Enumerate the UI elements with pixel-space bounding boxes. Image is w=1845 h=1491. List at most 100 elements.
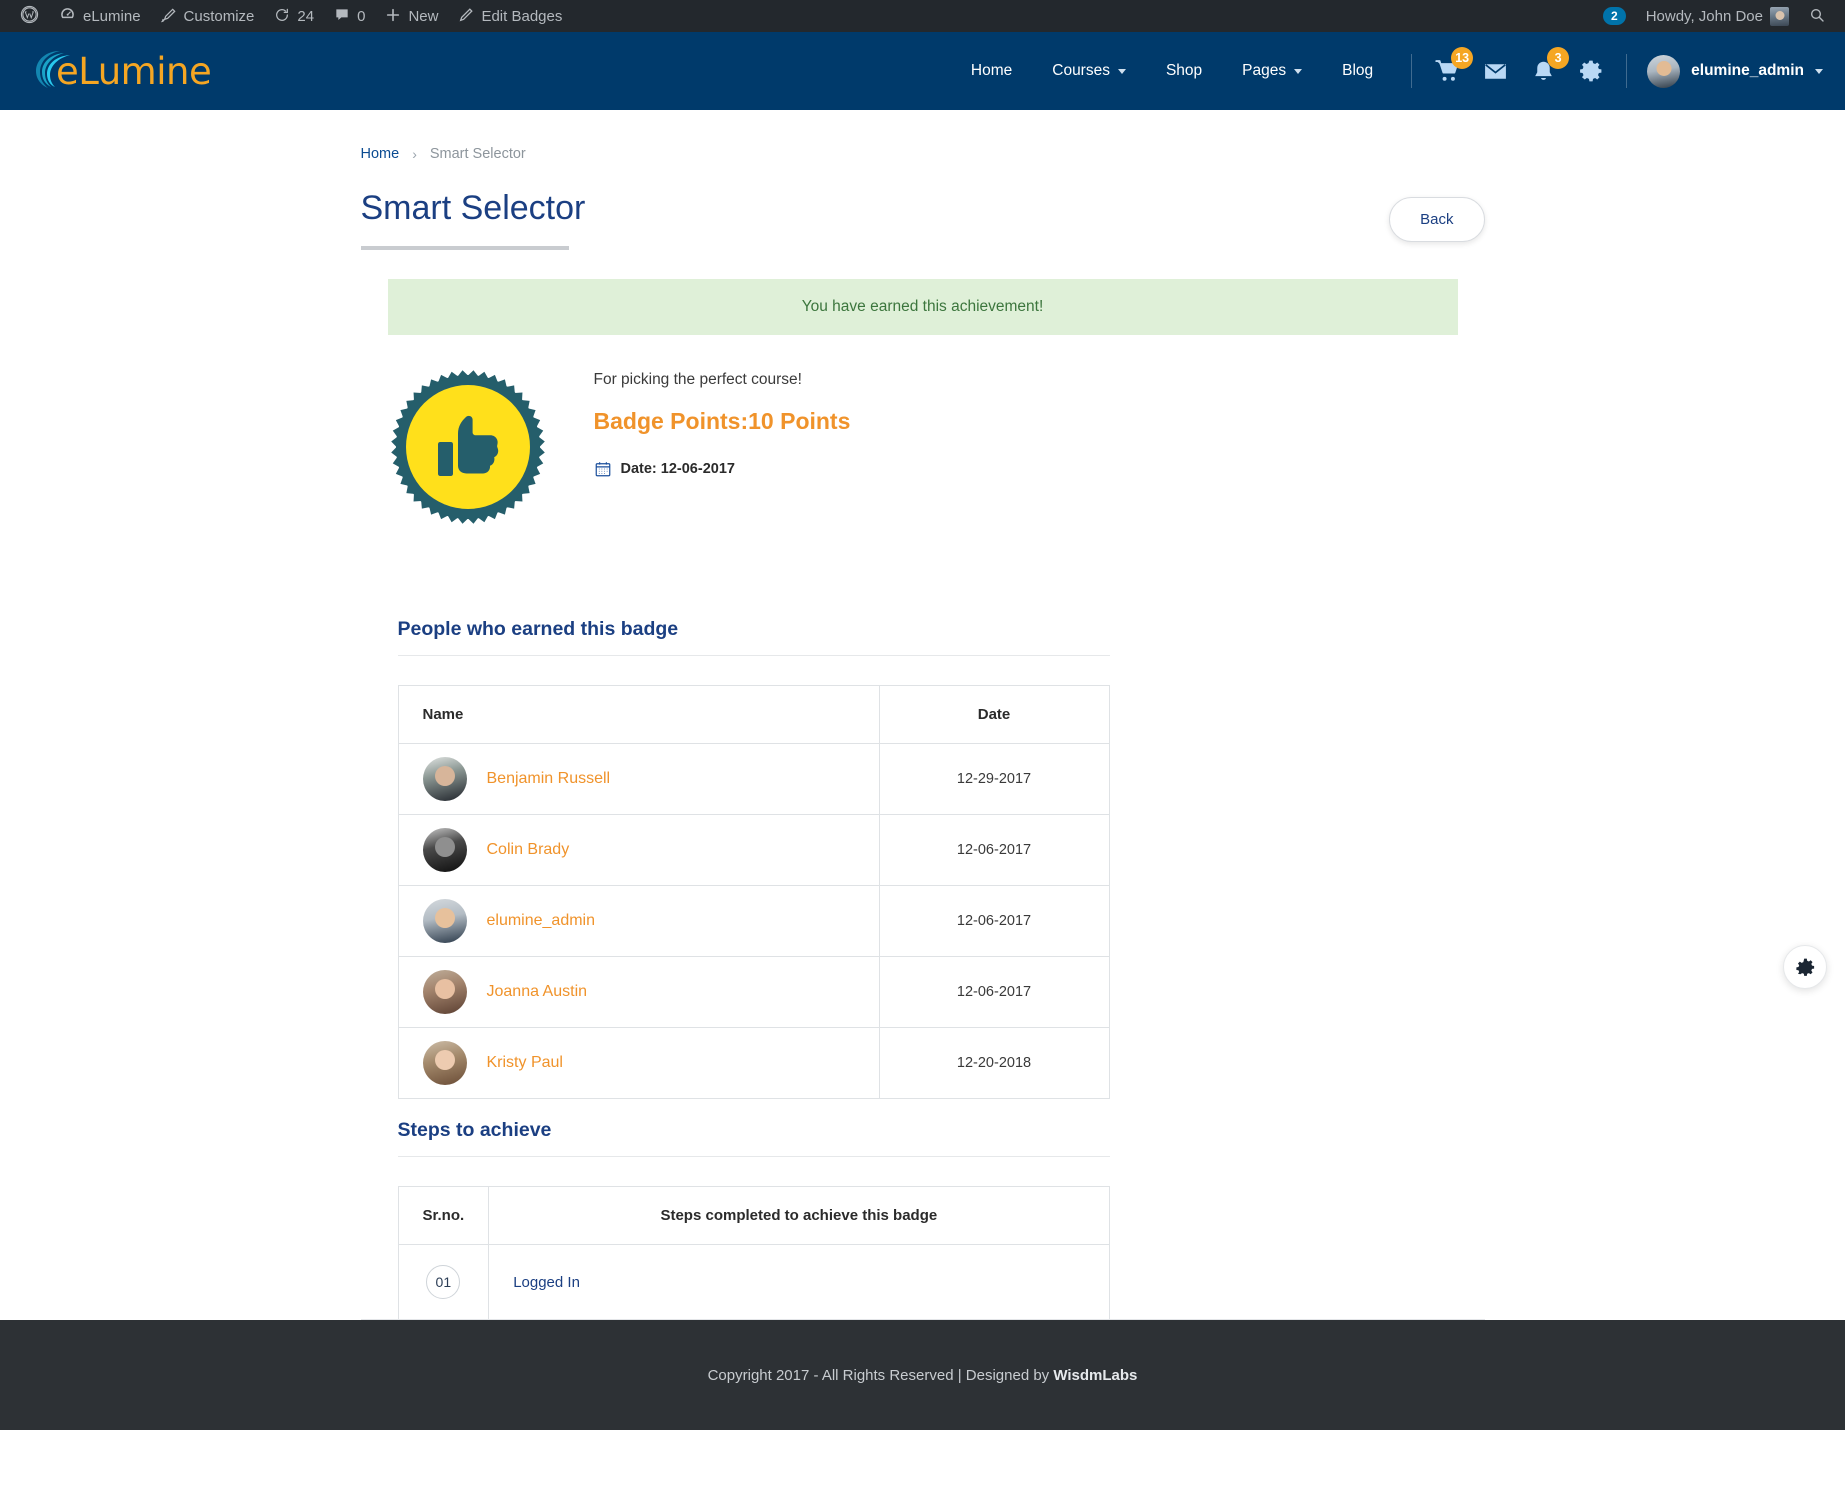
nav-item-home-label: Home [970, 62, 1013, 79]
adminbar-my-account[interactable]: Howdy, John Doe [1636, 0, 1799, 32]
site-footer: Copyright 2017 - All Rights Reserved | D… [0, 1320, 1845, 1430]
nav-item-pages-label: Pages [1242, 62, 1287, 79]
person-link[interactable]: Benjamin Russell [487, 770, 611, 788]
adminbar-search[interactable] [1799, 0, 1835, 32]
nav-divider [1411, 54, 1413, 88]
people-table-body: Benjamin Russell 12-29-2017 Colin Brady [397, 743, 1110, 1099]
adminbar-updates-count: 24 [297, 7, 315, 25]
steps-table-head: Sr.no. Steps completed to achieve this b… [397, 1186, 1110, 1245]
floating-settings-button[interactable] [1783, 945, 1827, 989]
table-row: 01 Logged In [397, 1244, 1110, 1320]
nav-item-blog[interactable]: Blog [1324, 52, 1391, 90]
steps-section: Steps to achieve Sr.no. Steps completed … [397, 1119, 1110, 1320]
brush-icon [160, 7, 177, 26]
column-header-srno: Sr.no. [397, 1186, 490, 1245]
table-row: elumine_admin 12-06-2017 [397, 885, 1110, 957]
steps-table-body: 01 Logged In [397, 1244, 1110, 1320]
badge-points-label: Badge Points: [593, 408, 749, 434]
gear-icon [1795, 958, 1814, 976]
cell-name: Kristy Paul [397, 1027, 880, 1099]
comment-icon [334, 7, 350, 26]
search-icon [1809, 7, 1825, 26]
calendar-icon [594, 460, 612, 478]
breadcrumb-home[interactable]: Home [361, 146, 400, 162]
breadcrumb-current: Smart Selector [429, 146, 526, 162]
table-row: Colin Brady 12-06-2017 [397, 814, 1110, 886]
badge-description: For picking the perfect course! [593, 371, 803, 388]
user-account-menu[interactable]: elumine_admin [1647, 54, 1823, 88]
badge-info: For picking the perfect course! Badge Po… [594, 357, 851, 532]
breadcrumb: Home › Smart Selector [361, 110, 1485, 162]
cart-button[interactable]: 13 [1432, 47, 1474, 86]
badge-summary: For picking the perfect course! Badge Po… [388, 357, 1458, 532]
adminbar-notifications[interactable]: 2 [1593, 0, 1636, 32]
notifications-button[interactable]: 3 [1528, 47, 1570, 86]
nav-item-shop[interactable]: Shop [1148, 52, 1220, 90]
nav-item-courses[interactable]: Courses [1034, 52, 1144, 90]
cell-date: 12-06-2017 [878, 885, 1110, 957]
settings-button[interactable] [1576, 56, 1606, 86]
user-account-label: elumine_admin [1691, 62, 1804, 79]
site-logo[interactable]: eLumine [30, 45, 212, 97]
footer-brand-link[interactable]: WisdmLabs [1053, 1367, 1137, 1384]
page-title-row: Smart Selector Back [360, 189, 1485, 1320]
nav-item-blog-label: Blog [1342, 62, 1374, 79]
cell-srno: 01 [397, 1244, 490, 1320]
table-row: Benjamin Russell 12-29-2017 [397, 743, 1110, 815]
nav-item-courses-label: Courses [1052, 62, 1110, 79]
adminbar-edit-badges-label: Edit Badges [481, 7, 563, 25]
table-row: Joanna Austin 12-06-2017 [397, 956, 1110, 1028]
cell-name: Benjamin Russell [397, 743, 880, 815]
adminbar-comments[interactable]: 0 [324, 0, 375, 32]
messages-button[interactable] [1480, 56, 1510, 86]
people-section-heading: People who earned this badge [397, 618, 1110, 656]
avatar [422, 1041, 467, 1085]
badge-points-value: 10 Points [748, 408, 851, 434]
avatar [1770, 6, 1789, 26]
table-header-row: Sr.no. Steps completed to achieve this b… [397, 1186, 1110, 1245]
cart-count-badge: 13 [1451, 47, 1474, 69]
cell-date: 12-20-2018 [878, 1027, 1110, 1099]
avatar [422, 899, 467, 943]
adminbar-updates[interactable]: 24 [264, 0, 324, 32]
cell-name: Joanna Austin [397, 956, 880, 1028]
chevron-down-icon [1117, 68, 1126, 74]
adminbar-site-name-label: eLumine [83, 7, 141, 25]
person-link[interactable]: elumine_admin [487, 912, 596, 930]
gear-icon [1580, 60, 1602, 82]
adminbar-notification-count: 2 [1603, 7, 1626, 25]
badge-image-wrap [388, 357, 594, 532]
back-button[interactable]: Back [1389, 197, 1485, 242]
cell-name: Colin Brady [397, 814, 880, 886]
people-table: Name Date Benjamin Russell 12-29-2017 Co… [397, 685, 1110, 1099]
chevron-down-icon [1294, 68, 1303, 74]
srno-badge: 01 [426, 1265, 461, 1299]
wp-admin-bar: eLumine Customize 24 0 New Edit Badges 2… [0, 0, 1845, 32]
cell-step: Logged In [488, 1244, 1110, 1320]
person-link[interactable]: Kristy Paul [487, 1054, 563, 1072]
avatar [422, 828, 467, 872]
column-header-name: Name [397, 685, 880, 744]
chevron-down-icon [1815, 68, 1823, 74]
adminbar-customize-label: Customize [183, 7, 255, 25]
people-section: People who earned this badge Name Date B… [397, 618, 1110, 1099]
badge-date-label: Date: 12-06-2017 [620, 461, 735, 477]
steps-table: Sr.no. Steps completed to achieve this b… [397, 1186, 1110, 1320]
page-container: Home › Smart Selector Smart Selector Bac… [360, 110, 1485, 1320]
adminbar-customize[interactable]: Customize [151, 0, 265, 32]
cell-name: elumine_admin [397, 885, 880, 957]
adminbar-edit-badges[interactable]: Edit Badges [448, 0, 572, 32]
plus-icon [385, 7, 401, 26]
adminbar-site-name[interactable]: eLumine [49, 0, 151, 32]
adminbar-new-content[interactable]: New [375, 0, 448, 32]
person-link[interactable]: Joanna Austin [487, 983, 588, 1001]
person-link[interactable]: Colin Brady [487, 841, 570, 859]
dashboard-icon [59, 6, 76, 26]
avatar [422, 757, 467, 801]
main-navigation: Home Courses Shop Pages Blog 13 3 elumin… [953, 47, 1823, 90]
header-icon-group: 13 3 [1432, 47, 1606, 86]
nav-item-pages[interactable]: Pages [1224, 52, 1320, 90]
adminbar-wp-logo[interactable] [10, 0, 49, 32]
people-table-head: Name Date [397, 685, 1110, 744]
nav-item-home[interactable]: Home [953, 52, 1030, 90]
